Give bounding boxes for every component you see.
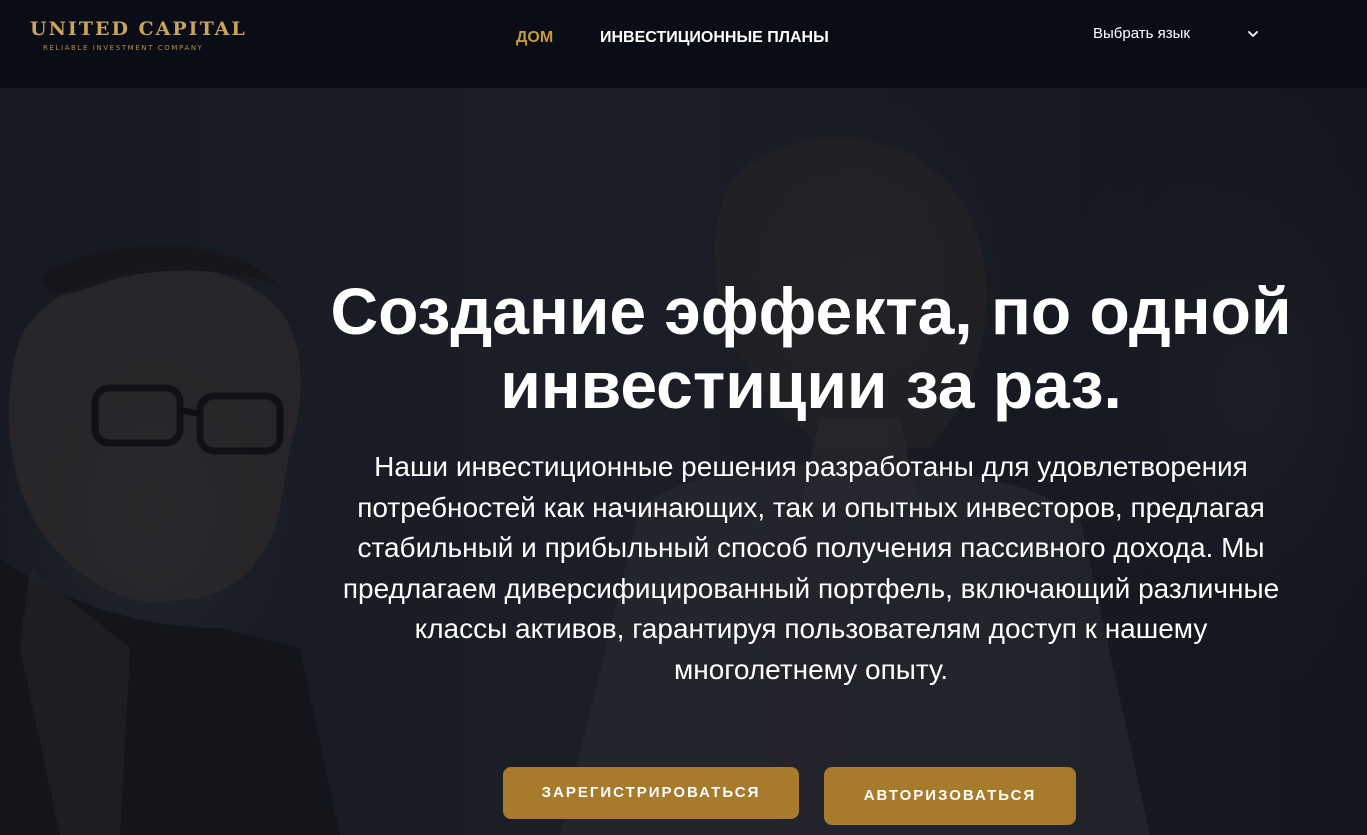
hero-description: Наши инвестиционные решения разработаны … — [342, 451, 1280, 685]
register-button[interactable]: ЗАРЕГИСТРИРОВАТЬСЯ — [503, 767, 799, 819]
login-button[interactable]: АВТОРИЗОВАТЬСЯ — [824, 767, 1076, 825]
language-select-label: Выбрать язык — [1093, 25, 1190, 42]
top-navbar: UNITED CAPITAL RELIABLE INVESTMENT COMPA… — [0, 0, 1367, 88]
language-select[interactable]: Выбрать язык — [1093, 25, 1263, 43]
hero-title: Создание эффекта, по одной инвестиции за… — [330, 274, 1292, 422]
chevron-down-icon — [1248, 31, 1258, 37]
nav-item-investment-plans[interactable]: ИНВЕСТИЦИОННЫЕ ПЛАНЫ — [600, 29, 829, 47]
nav-item-home[interactable]: ДОМ — [516, 29, 553, 47]
hero-section: Создание эффекта, по одной инвестиции за… — [0, 88, 1367, 835]
page: UNITED CAPITAL RELIABLE INVESTMENT COMPA… — [0, 0, 1367, 835]
